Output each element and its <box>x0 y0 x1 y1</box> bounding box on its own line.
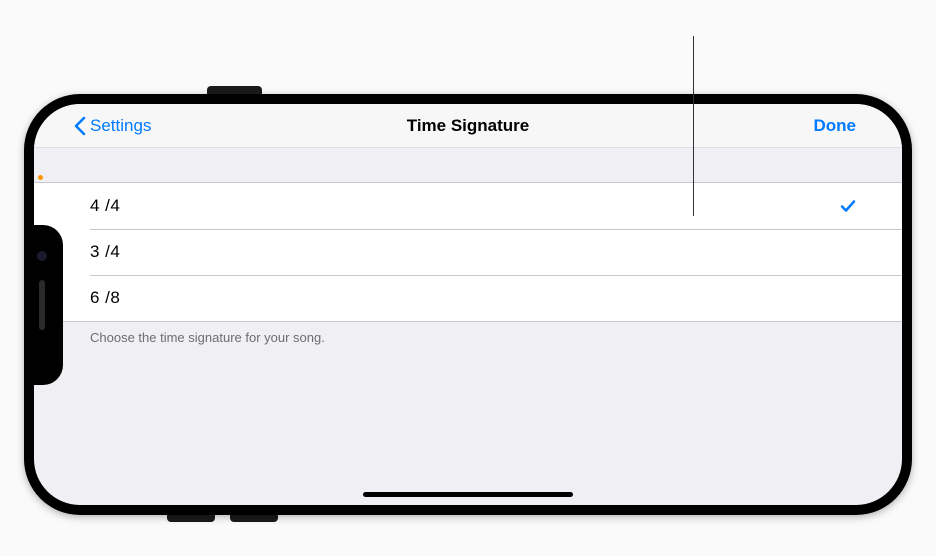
speaker-grille <box>39 280 45 330</box>
phone-frame: Settings Time Signature Done 4 /4 3 /4 <box>24 94 912 515</box>
phone-volume-button <box>167 515 215 522</box>
recording-indicator-icon <box>38 175 43 180</box>
annotation-callout-line <box>693 36 694 216</box>
chevron-left-icon <box>74 116 86 136</box>
page-title: Time Signature <box>407 116 530 136</box>
option-label: 6 /8 <box>90 288 120 308</box>
done-button[interactable]: Done <box>814 116 857 136</box>
back-label: Settings <box>90 116 151 136</box>
time-signature-list: 4 /4 3 /4 6 /8 <box>34 182 902 322</box>
option-4-4[interactable]: 4 /4 <box>34 183 902 229</box>
option-label: 4 /4 <box>90 196 120 216</box>
section-footer-text: Choose the time signature for your song. <box>34 322 902 353</box>
option-6-8[interactable]: 6 /8 <box>34 275 902 321</box>
option-label: 3 /4 <box>90 242 120 262</box>
checkmark-icon <box>840 198 856 214</box>
navigation-bar: Settings Time Signature Done <box>34 104 902 148</box>
section-header-spacer <box>34 148 902 182</box>
camera-dot <box>37 251 47 261</box>
screen: Settings Time Signature Done 4 /4 3 /4 <box>34 104 902 505</box>
phone-volume-button <box>230 515 278 522</box>
back-button[interactable]: Settings <box>74 116 151 136</box>
option-3-4[interactable]: 3 /4 <box>34 229 902 275</box>
home-indicator[interactable] <box>363 492 573 497</box>
phone-notch <box>34 225 63 385</box>
phone-side-button <box>207 86 262 94</box>
